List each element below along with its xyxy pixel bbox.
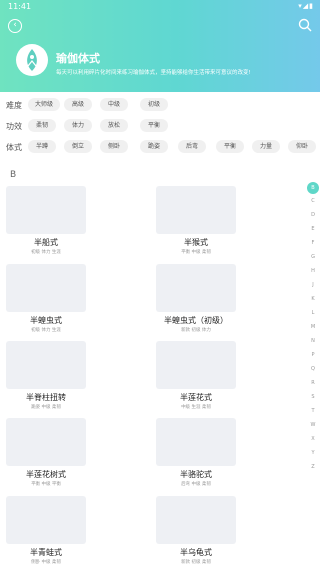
section-letter-heading: B — [10, 170, 17, 180]
chip-difficulty-advanced[interactable]: 高级 — [64, 98, 92, 111]
header-banner: 11:41 ▾◢▮ ‹ 瑜伽体式 每天可以利用碎片化时间来练习瑜伽体式，坚持能够… — [0, 0, 320, 92]
index-letter[interactable]: G — [306, 250, 320, 264]
filter-panel: 难度 大师级 高级 中级 初级 功效 柔韧 体力 放松 平衡 体式 半蹲 倒立 … — [0, 96, 320, 159]
pose-tags: 平衡 中级 柔韧 — [181, 250, 211, 255]
pose-tags: 初级 体力 生涯 — [31, 250, 61, 255]
pose-image — [6, 418, 86, 466]
index-letter[interactable]: Q — [306, 362, 320, 376]
index-letter[interactable]: P — [306, 348, 320, 362]
pose-image — [6, 496, 86, 544]
index-letter[interactable]: N — [306, 334, 320, 348]
search-icon[interactable] — [298, 18, 312, 32]
pose-image — [6, 264, 86, 312]
pose-card[interactable]: 半莲花树式 平衡 中级 平衡 — [6, 418, 86, 487]
pose-card[interactable]: 半脊柱扭转 跪姿 中级 柔韧 — [6, 341, 86, 410]
difficulty-filter-row: 难度 大师级 高级 中级 初级 — [0, 96, 320, 117]
index-letter[interactable]: Y — [306, 446, 320, 460]
index-letter[interactable]: T — [306, 404, 320, 418]
difficulty-label: 难度 — [6, 101, 22, 110]
back-button[interactable]: ‹ — [8, 19, 22, 33]
chip-efficacy-flexibility[interactable]: 柔韧 — [28, 119, 56, 132]
index-letter[interactable]: R — [306, 376, 320, 390]
pose-image — [6, 341, 86, 389]
pose-tags: 新款 初级 体力 — [181, 328, 211, 333]
pose-name: 半蝗虫式（初级） — [164, 316, 228, 325]
index-letter[interactable]: D — [306, 208, 320, 222]
pose-tags: 新款 初级 柔韧 — [181, 560, 211, 565]
chip-posture-squat[interactable]: 半蹲 — [28, 140, 56, 153]
pose-name: 半船式 — [34, 238, 58, 247]
index-letter[interactable]: B — [307, 182, 319, 194]
page-description: 每天可以利用碎片化时间来练习瑜伽体式，坚持能够给你生活带来可意议的改变! — [56, 70, 251, 76]
index-letter[interactable]: L — [306, 306, 320, 320]
pose-name: 半青蛙式 — [30, 548, 62, 557]
pose-tags: 中级 生涯 柔韧 — [181, 405, 211, 410]
pose-image — [6, 186, 86, 234]
index-letter[interactable]: Z — [306, 460, 320, 474]
index-letter[interactable]: X — [306, 432, 320, 446]
status-time: 11:41 — [8, 2, 32, 11]
chip-posture-side-lying[interactable]: 侧卧 — [100, 140, 128, 153]
pose-card[interactable]: 半蝗虫式 初级 体力 生涯 — [6, 264, 86, 333]
index-letter[interactable]: C — [306, 194, 320, 208]
efficacy-label: 功效 — [6, 122, 22, 131]
pose-card[interactable]: 半船式 初级 体力 生涯 — [6, 186, 86, 255]
chip-posture-strength[interactable]: 力量 — [252, 140, 280, 153]
status-bar: 11:41 ▾◢▮ — [0, 0, 320, 14]
pose-name: 半脊柱扭转 — [26, 393, 66, 402]
pose-card[interactable]: 半青蛙式 侧卧 中级 柔韧 — [6, 496, 86, 565]
pose-tags: 后弯 中级 柔韧 — [181, 482, 211, 487]
chip-posture-backbend[interactable]: 后弯 — [178, 140, 206, 153]
chip-efficacy-balance[interactable]: 平衡 — [140, 119, 168, 132]
index-letter[interactable]: J — [306, 278, 320, 292]
index-letter[interactable]: W — [306, 418, 320, 432]
chip-difficulty-beginner[interactable]: 初级 — [140, 98, 168, 111]
pose-image — [156, 264, 236, 312]
pose-card[interactable]: 半乌龟式 新款 初级 柔韧 — [156, 496, 236, 565]
pose-image — [156, 186, 236, 234]
pose-name: 半猴式 — [184, 238, 208, 247]
index-letter[interactable]: M — [306, 320, 320, 334]
pose-name: 半莲花树式 — [26, 470, 66, 479]
pose-image — [156, 418, 236, 466]
posture-filter-row: 体式 半蹲 倒立 侧卧 跪姿 后弯 平衡 力量 仰卧 — [0, 138, 320, 159]
index-letter[interactable]: E — [306, 222, 320, 236]
chip-difficulty-master[interactable]: 大师级 — [28, 98, 60, 111]
pose-name: 半蝗虫式 — [30, 316, 62, 325]
index-letter[interactable]: K — [306, 292, 320, 306]
efficacy-filter-row: 功效 柔韧 体力 放松 平衡 — [0, 117, 320, 138]
pose-tags: 初级 体力 生涯 — [31, 328, 61, 333]
pose-name: 半乌龟式 — [180, 548, 212, 557]
pose-name: 半骆驼式 — [180, 470, 212, 479]
pose-card[interactable]: 半骆驼式 后弯 中级 柔韧 — [156, 418, 236, 487]
chip-posture-kneeling[interactable]: 跪姿 — [140, 140, 168, 153]
chip-efficacy-strength[interactable]: 体力 — [64, 119, 92, 132]
pose-tags: 侧卧 中级 柔韧 — [31, 560, 61, 565]
index-letter[interactable]: H — [306, 264, 320, 278]
pose-name: 半莲花式 — [180, 393, 212, 402]
index-letter[interactable]: S — [306, 390, 320, 404]
pose-tags: 跪姿 中级 柔韧 — [31, 405, 61, 410]
chip-posture-supine[interactable]: 仰卧 — [288, 140, 316, 153]
chip-posture-balance[interactable]: 平衡 — [216, 140, 244, 153]
status-icons: ▾◢▮ — [298, 2, 314, 10]
posture-label: 体式 — [6, 143, 22, 152]
alphabet-index: B C D E F G H J K L M N P Q R S T W X Y … — [306, 182, 320, 474]
chip-difficulty-intermediate[interactable]: 中级 — [100, 98, 128, 111]
yoga-logo-icon — [16, 44, 48, 76]
chip-efficacy-relax[interactable]: 放松 — [100, 119, 128, 132]
pose-card[interactable]: 半蝗虫式（初级） 新款 初级 体力 — [156, 264, 236, 333]
pose-card[interactable]: 半猴式 平衡 中级 柔韧 — [156, 186, 236, 255]
index-letter[interactable]: F — [306, 236, 320, 250]
pose-tags: 平衡 中级 平衡 — [31, 482, 61, 487]
pose-card[interactable]: 半莲花式 中级 生涯 柔韧 — [156, 341, 236, 410]
page-title: 瑜伽体式 — [56, 52, 100, 65]
chip-posture-inversion[interactable]: 倒立 — [64, 140, 92, 153]
pose-image — [156, 341, 236, 389]
pose-image — [156, 496, 236, 544]
